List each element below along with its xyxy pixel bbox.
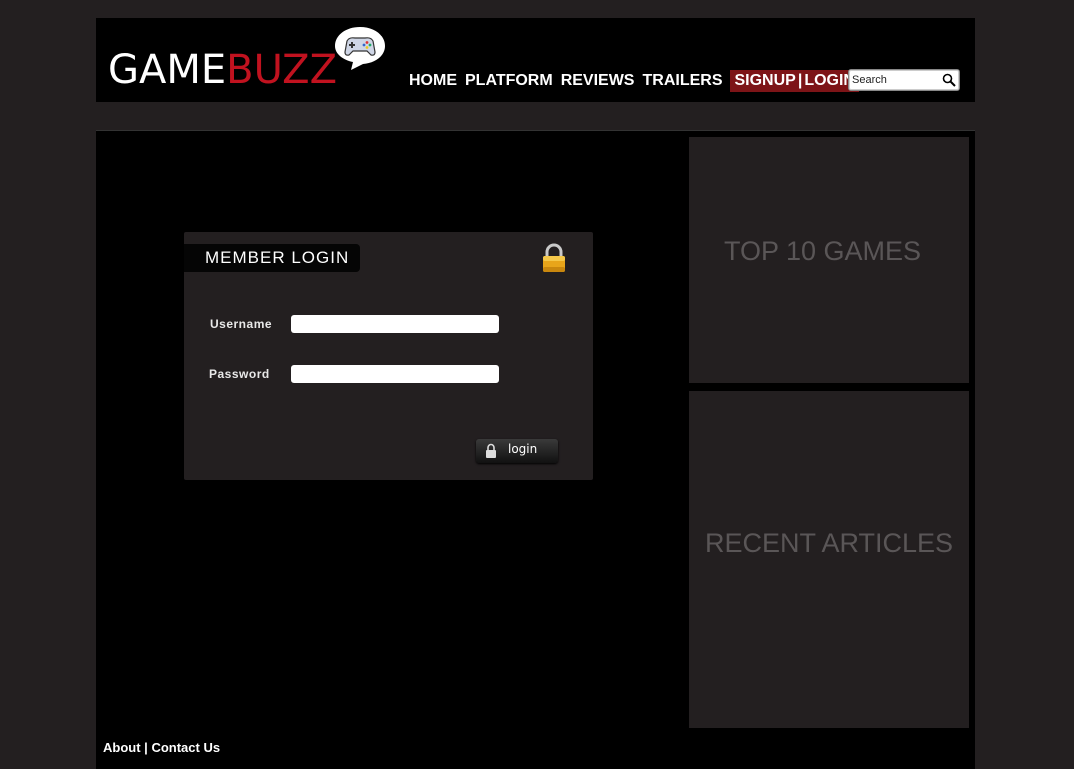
search-input[interactable] [852,72,938,87]
nav-auth-group: SIGNUP | LOGIN [730,70,859,92]
login-button-label: login [508,442,538,456]
recent-articles-title: RECENT ARTICLES [704,528,954,558]
logo-text-game: GAME [108,47,227,93]
password-label: Password [209,367,270,381]
nav-platform[interactable]: PLATFORM [465,70,553,92]
top-10-games-title: TOP 10 GAMES [723,236,922,266]
main-content: MEMBER LOGIN Username Password login TOP… [96,130,975,769]
nav-trailers[interactable]: TRAILERS [642,70,722,92]
nav-auth-separator: | [797,72,803,89]
nav-home[interactable]: HOME [409,70,457,92]
footer-about-link[interactable]: About [103,740,141,755]
nav-signup[interactable]: SIGNUP [734,70,795,92]
site-logo[interactable]: GAMEBUZZ [108,46,337,94]
footer-separator: | [144,740,148,755]
footer-contact-link[interactable]: Contact Us [151,740,220,755]
site-header: GAMEBUZZ HOME PLATFORM REVIEWS TRAILERS … [96,18,975,102]
password-field[interactable] [291,365,499,383]
search-box [848,69,960,91]
footer-links: About | Contact Us [103,740,220,755]
member-login-panel: MEMBER LOGIN Username Password login [184,232,593,480]
top-10-games-panel: TOP 10 GAMES [689,137,969,383]
logo-text-buzz: BUZZ [226,47,337,93]
main-nav: HOME PLATFORM REVIEWS TRAILERS SIGNUP | … [409,70,859,92]
login-button[interactable]: login [476,439,558,463]
login-panel-title: MEMBER LOGIN [184,244,360,272]
username-field[interactable] [291,315,499,333]
recent-articles-panel: RECENT ARTICLES [689,391,969,728]
padlock-icon [543,243,565,272]
magnifier-icon[interactable] [942,73,956,87]
lock-icon [486,443,496,458]
username-label: Username [210,317,273,331]
gamepad-speech-bubble-icon [335,27,385,70]
nav-reviews[interactable]: REVIEWS [561,70,635,92]
